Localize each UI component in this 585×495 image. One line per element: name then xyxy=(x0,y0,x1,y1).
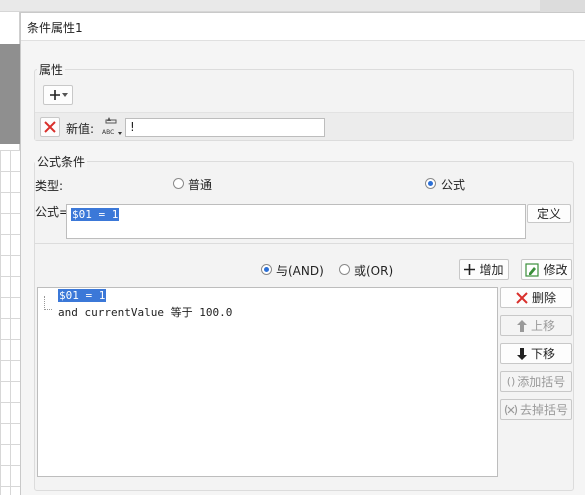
remove-attribute-button[interactable] xyxy=(40,117,60,137)
background-grid xyxy=(0,150,20,495)
new-value-input[interactable]: ! xyxy=(125,118,325,137)
add-condition-button[interactable]: 增加 xyxy=(459,259,509,280)
type-normal-radio[interactable] xyxy=(173,178,184,189)
add-bracket-label: 添加括号 xyxy=(517,375,566,389)
background-toolbar xyxy=(0,0,585,12)
tree-connector xyxy=(44,296,52,310)
add-condition-label: 增加 xyxy=(479,263,504,277)
condition-line-text: and currentValue 等于 100.0 xyxy=(58,306,233,319)
bracket-icon: () xyxy=(506,375,516,388)
close-icon xyxy=(44,121,56,133)
condition-line-text: $01 = 1 xyxy=(58,289,107,302)
condition-list[interactable]: $01 = 1 and currentValue 等于 100.0 xyxy=(37,287,498,477)
background-corner xyxy=(540,0,585,12)
move-down-label: 下移 xyxy=(530,347,555,361)
logic-and-label[interactable]: 与(AND) xyxy=(276,262,324,279)
add-attribute-button[interactable] xyxy=(43,85,73,105)
attributes-group-title: 属性 xyxy=(37,61,66,78)
delete-label: 删除 xyxy=(531,291,556,305)
arrow-down-icon xyxy=(516,347,527,360)
type-formula-radio[interactable] xyxy=(425,178,436,189)
formula-label: 公式= xyxy=(35,205,70,219)
logic-and-radio[interactable] xyxy=(261,264,272,275)
logic-or-radio[interactable] xyxy=(339,264,350,275)
arrow-up-icon xyxy=(516,319,527,332)
formula-input[interactable]: $01 = 1 xyxy=(66,204,526,239)
svg-text:ABC: ABC xyxy=(102,129,114,136)
define-button-label: 定义 xyxy=(536,207,561,221)
edit-icon xyxy=(525,262,540,277)
remove-bracket-button[interactable]: 去掉括号 xyxy=(500,399,572,420)
text-format-icon[interactable]: ABC xyxy=(101,115,123,137)
plus-icon xyxy=(49,89,61,101)
dialog-title: 条件属性1 xyxy=(27,21,83,35)
move-down-button[interactable]: 下移 xyxy=(500,343,572,364)
formula-text: $01 = 1 xyxy=(71,208,120,221)
remove-bracket-icon xyxy=(504,404,518,416)
delete-button[interactable]: 删除 xyxy=(500,287,572,308)
condition-line[interactable]: $01 = 1 xyxy=(58,289,107,302)
logic-or-label[interactable]: 或(OR) xyxy=(354,262,393,279)
close-icon xyxy=(516,291,528,304)
background-panel xyxy=(0,44,20,144)
define-button[interactable]: 定义 xyxy=(527,204,571,223)
move-up-label: 上移 xyxy=(530,319,555,333)
modify-condition-button[interactable]: 修改 xyxy=(521,259,572,280)
divider xyxy=(35,243,573,244)
chevron-down-icon xyxy=(61,93,68,97)
add-bracket-button[interactable]: () 添加括号 xyxy=(500,371,572,392)
condition-attribute-dialog: 条件属性1 属性 新值: ABC ! 公式条件 类型: 普通 公式 公式= $0… xyxy=(20,12,585,495)
remove-bracket-label: 去掉括号 xyxy=(519,403,568,417)
plus-icon xyxy=(464,264,476,275)
dialog-titlebar: 条件属性1 xyxy=(21,13,585,41)
type-normal-label[interactable]: 普通 xyxy=(188,176,212,193)
type-label: 类型: xyxy=(35,179,64,193)
condition-line[interactable]: and currentValue 等于 100.0 xyxy=(58,304,232,320)
modify-condition-label: 修改 xyxy=(543,263,568,277)
move-up-button[interactable]: 上移 xyxy=(500,315,572,336)
formula-condition-title: 公式条件 xyxy=(35,153,88,170)
type-formula-label[interactable]: 公式 xyxy=(441,176,465,193)
new-value-label: 新值: xyxy=(66,122,95,136)
